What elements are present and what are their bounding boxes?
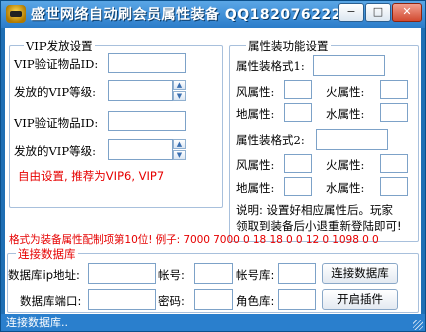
attr2-water-input[interactable] xyxy=(380,177,408,196)
attr2-water-label: 水属性: xyxy=(326,181,365,195)
spin-down-icon[interactable]: ▼ xyxy=(173,91,186,101)
attr2-wind-label: 风属性: xyxy=(236,158,275,172)
status-text: 连接数据库.. xyxy=(6,316,68,329)
app-window: 盛世网络自动刷会员属性装备 QQ182076222 − □ ✕ VIP发放设置 … xyxy=(0,0,426,332)
close-button[interactable]: ✕ xyxy=(392,3,422,22)
title-bar[interactable]: 盛世网络自动刷会员属性装备 QQ182076222 − □ ✕ xyxy=(1,1,425,28)
attr1-water-label: 水属性: xyxy=(326,107,365,121)
db-account-input[interactable] xyxy=(194,263,233,284)
attr1-fire-input[interactable] xyxy=(380,80,408,99)
vip-item-id-label-1: VIP验证物品ID: xyxy=(14,57,99,71)
resize-grip-icon[interactable] xyxy=(413,320,423,330)
attr-format1-label: 属性装格式1: xyxy=(236,59,305,73)
minimize-button[interactable]: − xyxy=(338,3,364,22)
db-account-db-label: 帐号库: xyxy=(236,268,275,282)
db-role-db-label: 角色库: xyxy=(236,294,275,308)
attr2-fire-label: 火属性: xyxy=(326,158,365,172)
vip-item-id-input-2[interactable] xyxy=(108,111,186,131)
vip-item-id-label-2: VIP验证物品ID: xyxy=(14,116,99,130)
spin-up-icon[interactable]: ▲ xyxy=(173,80,186,90)
maximize-button[interactable]: □ xyxy=(365,3,391,22)
vip-settings-group: VIP发放设置 VIP验证物品ID: 发放的VIP等级: ▲ ▼ VIP验证物品… xyxy=(9,38,223,208)
attr1-wind-label: 风属性: xyxy=(236,85,275,99)
attr-format2-label: 属性装格式2: xyxy=(236,133,305,147)
vip-level-input-1[interactable] xyxy=(108,80,173,101)
attr2-wind-input[interactable] xyxy=(284,154,312,173)
db-role-db-input[interactable] xyxy=(278,289,316,310)
vip-level-input-2[interactable] xyxy=(108,139,173,160)
spin-down-icon[interactable]: ▼ xyxy=(173,150,186,160)
attr2-earth-label: 地属性: xyxy=(236,181,275,195)
attr1-water-input[interactable] xyxy=(380,103,408,122)
vip-recommend-hint: 自由设置, 推荐为VIP6, VIP7 xyxy=(18,169,165,183)
app-logo-icon xyxy=(6,5,26,23)
attr1-earth-input[interactable] xyxy=(284,103,312,122)
database-group: 连接数据库 数据库ip地址: 帐号: 帐号库: 连接数据库 数据库端口: 密码:… xyxy=(7,246,419,313)
spin-up-icon[interactable]: ▲ xyxy=(173,139,186,149)
format-hint: 格式为装备属性配制项第10位! 例子: 7000 7000 0 18 18 0 … xyxy=(9,234,379,246)
vip-level-spinner-1[interactable]: ▲ ▼ xyxy=(173,80,186,101)
attribute-settings-legend: 属性装功能设置 xyxy=(246,38,331,54)
start-plugin-button[interactable]: 开启插件 xyxy=(322,289,398,310)
db-account-db-input[interactable] xyxy=(278,263,316,284)
attr2-fire-input[interactable] xyxy=(380,154,408,173)
db-port-label: 数据库端口: xyxy=(20,294,82,308)
attr1-wind-input[interactable] xyxy=(284,80,312,99)
main-panel: VIP发放设置 VIP验证物品ID: 发放的VIP等级: ▲ ▼ VIP验证物品… xyxy=(5,28,421,314)
vip-level-label-2: 发放的VIP等级: xyxy=(14,144,96,158)
connect-database-button[interactable]: 连接数据库 xyxy=(322,263,398,284)
db-ip-label: 数据库ip地址: xyxy=(8,268,80,282)
db-password-label: 密码: xyxy=(158,294,185,308)
db-account-label: 帐号: xyxy=(158,268,185,282)
database-legend: 连接数据库 xyxy=(16,246,78,262)
vip-settings-legend: VIP发放设置 xyxy=(24,38,95,54)
vip-level-label-1: 发放的VIP等级: xyxy=(14,85,96,99)
attr1-fire-label: 火属性: xyxy=(326,85,365,99)
attribute-settings-group: 属性装功能设置 属性装格式1: 风属性: 火属性: 地属性: 水属性: 属性装格… xyxy=(229,38,419,242)
attr-note-line1: 说明: 设置好相应属性后。玩家 xyxy=(236,203,394,217)
status-bar: 连接数据库.. xyxy=(1,314,425,331)
attr-format1-input[interactable] xyxy=(313,55,385,76)
db-ip-input[interactable] xyxy=(88,263,156,284)
vip-level-spinner-2[interactable]: ▲ ▼ xyxy=(173,139,186,160)
attr2-earth-input[interactable] xyxy=(284,177,312,196)
attr-format2-input[interactable] xyxy=(316,129,388,150)
db-password-input[interactable] xyxy=(194,289,233,310)
vip-item-id-input-1[interactable] xyxy=(108,53,186,73)
attr1-earth-label: 地属性: xyxy=(236,107,275,121)
window-title: 盛世网络自动刷会员属性装备 QQ182076222 xyxy=(31,7,342,23)
db-port-input[interactable] xyxy=(88,289,156,310)
